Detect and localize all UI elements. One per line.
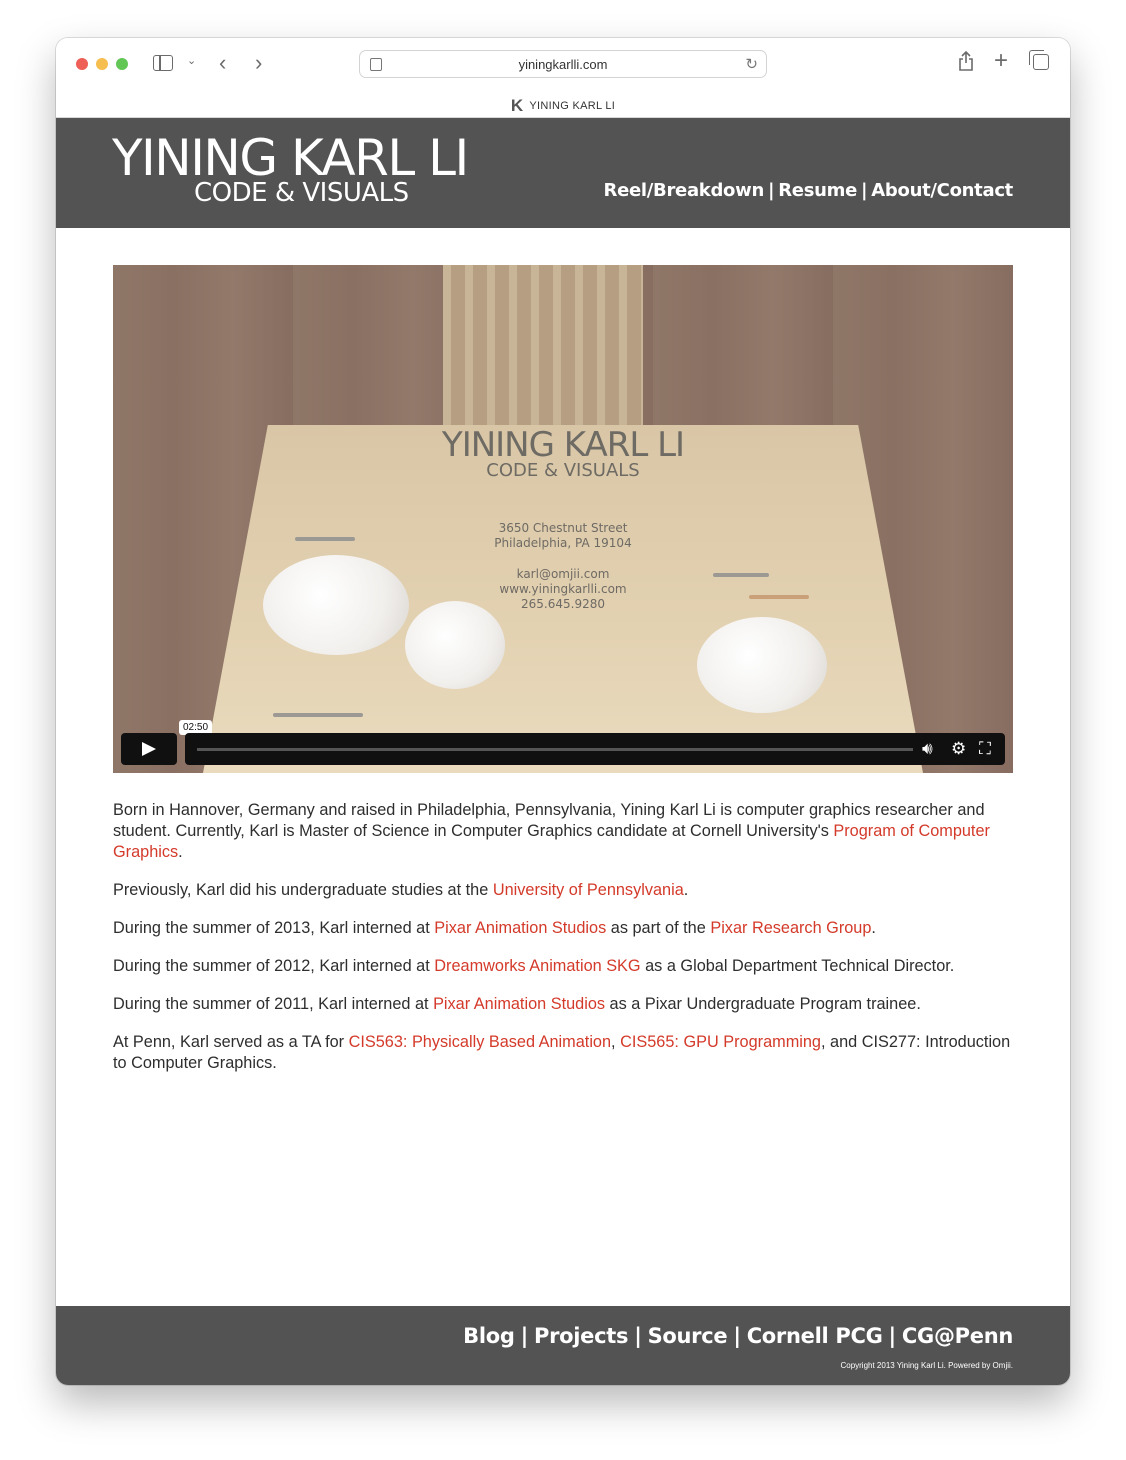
- link-cis563[interactable]: CIS563: Physically Based Animation: [349, 1033, 611, 1051]
- link-pixar-animation-studios[interactable]: Pixar Animation Studios: [434, 919, 606, 937]
- bio-text: as a Global Department Technical Directo…: [640, 957, 955, 975]
- link-pixar-animation-studios-2011[interactable]: Pixar Animation Studios: [433, 995, 605, 1013]
- link-cis565[interactable]: CIS565: GPU Programming: [620, 1033, 821, 1051]
- site-footer: Blog | Projects | Source | Cornell PCG | CG@Penn…: [56, 1306, 1070, 1385]
- bio-text: as part of the: [606, 919, 711, 937]
- video-overlay-title: YINING KARL LI: [441, 425, 685, 465]
- video-frame-chair: [443, 265, 643, 445]
- bio-content: Born in Hannover, Germany and raised in …: [113, 800, 1013, 1091]
- bio-text: During the summer of 2012, Karl interned…: [113, 957, 435, 975]
- minimize-window-button[interactable]: [96, 58, 108, 70]
- video-control-bar: 🔊︎ ⚙ ⛶: [185, 733, 1005, 765]
- sidebar-icon[interactable]: [153, 55, 173, 71]
- bio-paragraph: Born in Hannover, Germany and raised in …: [113, 800, 1013, 863]
- footer-link-cornell-pcg[interactable]: Cornell PCG: [747, 1324, 883, 1348]
- bio-text: Previously, Karl did his undergraduate s…: [113, 881, 493, 899]
- new-tab-icon[interactable]: +: [994, 47, 1008, 75]
- nav-separator: |: [634, 1324, 642, 1348]
- nav-reel-breakdown[interactable]: Reel/Breakdown: [604, 180, 765, 201]
- footer-nav: Blog | Projects | Source | Cornell PCG | CG@Penn: [463, 1324, 1013, 1348]
- bio-text: At Penn, Karl served as a TA for: [113, 1033, 349, 1051]
- bio-paragraph: During the summer of 2012, Karl interned…: [113, 956, 1013, 977]
- video-overlay-subtitle: CODE & VISUALS: [486, 460, 640, 481]
- seek-bar[interactable]: [197, 748, 913, 751]
- link-university-of-pennsylvania[interactable]: University of Pennsylvania: [493, 881, 684, 899]
- video-email: karl@omjii.com: [516, 567, 610, 581]
- footer-link-projects[interactable]: Projects: [534, 1324, 629, 1348]
- bowl-image: [405, 601, 505, 689]
- video-website: www.yiningkarlli.com: [499, 582, 627, 596]
- gear-icon[interactable]: ⚙: [951, 739, 966, 759]
- forward-button[interactable]: ›: [255, 50, 262, 76]
- nav-separator: |: [861, 180, 868, 201]
- bio-text: During the summer of 2013, Karl interned…: [113, 919, 435, 937]
- nav-separator: |: [520, 1324, 529, 1348]
- nav-resume[interactable]: Resume: [778, 180, 857, 201]
- link-pixar-research-group[interactable]: Pixar Research Group: [710, 919, 871, 937]
- bio-paragraph: During the summer of 2011, Karl interned…: [113, 994, 1013, 1015]
- volume-icon[interactable]: 🔊︎: [922, 739, 933, 759]
- back-button[interactable]: ‹: [219, 50, 226, 76]
- site-logo-subtitle[interactable]: CODE & VISUALS: [194, 178, 409, 208]
- video-phone: 265.645.9280: [521, 597, 605, 611]
- bio-text: .: [683, 881, 689, 899]
- browser-window: ⌄ ‹ › yiningkarlli.com ↻ + K YINING KARL …: [56, 38, 1070, 1385]
- favicon-icon: K: [510, 96, 524, 115]
- fork-image: [749, 595, 809, 599]
- site-header: YINING KARL LI CODE & VISUALS Reel/Break…: [56, 118, 1070, 228]
- main-nav: Reel/Breakdown | Resume | About/Contact: [604, 180, 1014, 201]
- chevron-down-icon[interactable]: ⌄: [187, 54, 196, 67]
- bio-text: as a Pixar Undergraduate Program trainee…: [605, 995, 921, 1013]
- zoom-window-button[interactable]: [116, 58, 128, 70]
- bio-text: .: [871, 919, 876, 937]
- reload-icon[interactable]: ↻: [745, 55, 758, 73]
- tab-overview-icon[interactable]: [1029, 50, 1049, 70]
- bio-paragraph: At Penn, Karl served as a TA for CIS563:…: [113, 1032, 1013, 1074]
- play-button[interactable]: [121, 733, 177, 765]
- knife-image: [713, 573, 769, 577]
- nav-about-contact[interactable]: About/Contact: [871, 180, 1013, 201]
- nav-separator: |: [733, 1324, 741, 1348]
- plate-image: [697, 617, 827, 713]
- footer-link-cg-penn[interactable]: CG@Penn: [902, 1324, 1013, 1348]
- copyright-text: Copyright 2013 Yining Karl Li. Powered b…: [840, 1361, 1013, 1370]
- share-icon[interactable]: [958, 51, 974, 71]
- bio-paragraph: Previously, Karl did his undergraduate s…: [113, 880, 1013, 901]
- nav-separator: |: [767, 180, 775, 201]
- plate-image: [263, 555, 409, 655]
- bio-text: .: [178, 843, 183, 861]
- video-player[interactable]: YINING KARL LI CODE & VISUALS 3650 Chest…: [113, 265, 1013, 773]
- close-window-button[interactable]: [76, 58, 88, 70]
- video-controls: 🔊︎ ⚙ ⛶: [121, 733, 1005, 765]
- video-address-line1: 3650 Chestnut Street: [498, 521, 628, 535]
- nav-separator: |: [888, 1324, 897, 1348]
- spoon-image: [295, 537, 355, 541]
- bio-text: During the summer of 2011, Karl interned…: [113, 995, 434, 1013]
- browser-toolbar: ⌄ ‹ › yiningkarlli.com ↻ + K YINING KARL …: [56, 38, 1070, 118]
- bio-text: ,: [611, 1033, 621, 1051]
- fullscreen-icon[interactable]: ⛶: [979, 739, 991, 759]
- bio-paragraph: During the summer of 2013, Karl interned…: [113, 918, 1013, 939]
- url-text: yiningkarlli.com: [518, 57, 608, 72]
- footer-link-blog[interactable]: Blog: [463, 1324, 515, 1348]
- link-dreamworks-animation[interactable]: Dreamworks Animation SKG: [434, 957, 640, 975]
- tab-title-text: YINING KARL LI: [529, 100, 616, 112]
- footer-link-source[interactable]: Source: [648, 1324, 728, 1348]
- address-bar[interactable]: yiningkarlli.com ↻: [359, 50, 767, 78]
- video-address-line2: Philadelphia, PA 19104: [494, 536, 632, 550]
- active-tab[interactable]: K YINING KARL LI: [56, 96, 1070, 116]
- fork-image: [273, 713, 363, 717]
